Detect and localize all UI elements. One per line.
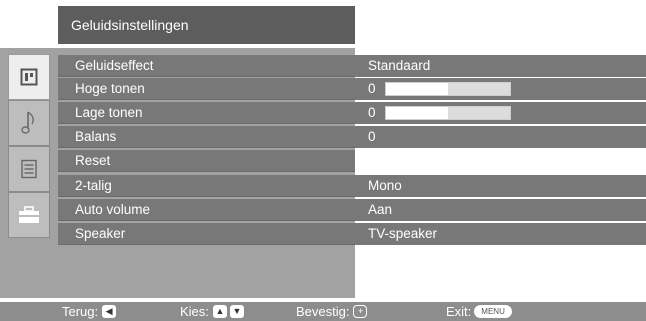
enter-icon: +	[353, 305, 368, 318]
setting-label: 2-talig	[58, 175, 355, 197]
setting-value: 0	[368, 105, 376, 120]
bass-level-bar[interactable]	[385, 106, 511, 120]
setting-value: TV-speaker	[355, 223, 646, 245]
setting-value: 0	[368, 81, 376, 96]
settings-row[interactable]: Hoge tonen 0	[58, 78, 646, 102]
setting-label: Lage tonen	[58, 102, 355, 124]
help-bar: Terug: ◀ Kies: ▲ ▼ Bevestig: + Exit: MEN…	[0, 302, 646, 321]
menu-header: Geluidsinstellingen	[58, 6, 355, 44]
settings-row[interactable]: Reset	[58, 150, 646, 174]
picture-icon[interactable]	[8, 54, 50, 100]
setting-label: Hoge tonen	[58, 78, 355, 100]
arrow-up-icon: ▲	[212, 305, 227, 318]
setting-label: Geluidseffect	[58, 55, 355, 77]
category-sidebar	[0, 48, 58, 298]
setting-value	[355, 150, 646, 172]
confirm-hint: Bevestig: +	[296, 302, 368, 321]
setting-value-container: 0	[355, 102, 646, 124]
settings-row[interactable]: Balans 0	[58, 126, 646, 150]
select-label: Kies:	[180, 304, 209, 319]
setting-value: Mono	[355, 175, 646, 197]
select-hint: Kies: ▲ ▼	[180, 302, 244, 321]
treble-level-fill	[386, 83, 448, 95]
confirm-label: Bevestig:	[296, 304, 350, 319]
bass-level-fill	[386, 107, 448, 119]
music-note-icon[interactable]	[8, 100, 50, 146]
back-label: Terug:	[62, 304, 99, 319]
back-hint: Terug: ◀	[62, 302, 117, 321]
channel-list-icon[interactable]	[8, 146, 50, 192]
exit-hint: Exit: MENU	[446, 302, 512, 321]
setting-value: 0	[355, 126, 646, 148]
treble-level-bar[interactable]	[385, 82, 511, 96]
menu-button-icon: MENU	[474, 305, 512, 318]
setting-label: Reset	[58, 150, 355, 172]
setting-value: Aan	[355, 199, 646, 221]
settings-row[interactable]: 2-talig Mono	[58, 175, 646, 199]
toolbox-icon[interactable]	[8, 192, 50, 238]
setting-value: Standaard	[355, 55, 646, 77]
arrow-down-icon: ▼	[229, 305, 244, 318]
arrow-left-icon: ◀	[102, 305, 117, 318]
setting-label: Balans	[58, 126, 355, 148]
settings-row[interactable]: Auto volume Aan	[58, 199, 646, 223]
setting-label: Auto volume	[58, 199, 355, 221]
settings-row[interactable]: Lage tonen 0	[58, 102, 646, 126]
settings-row[interactable]: Speaker TV-speaker	[58, 223, 646, 247]
setting-value-container: 0	[355, 78, 646, 100]
settings-row[interactable]: Geluidseffect Standaard	[58, 55, 646, 79]
page-title: Geluidsinstellingen	[71, 17, 189, 33]
exit-label: Exit:	[446, 304, 472, 319]
setting-label: Speaker	[58, 223, 355, 245]
